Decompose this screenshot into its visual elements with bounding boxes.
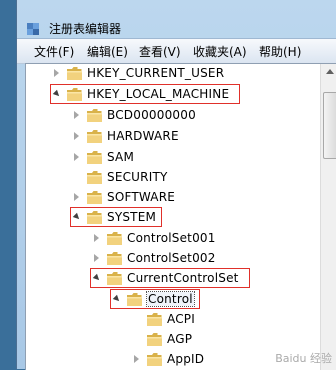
tree-node-label: Control [146, 291, 195, 307]
expanded-arrow-icon[interactable] [72, 212, 82, 222]
tree-node[interactable]: SYSTEM [26, 208, 320, 228]
menu-view[interactable]: 查看(V) [139, 43, 181, 60]
menu-file[interactable]: 文件(F) [34, 43, 74, 60]
tree-node-label: HKEY_LOCAL_MACHINE [87, 87, 230, 101]
folder-icon [86, 210, 103, 225]
tree-node-label: ControlSet001 [127, 231, 216, 245]
collapsed-arrow-icon[interactable] [74, 193, 79, 201]
tree-node-label: SOFTWARE [107, 190, 176, 204]
tree-node[interactable]: ACPI [26, 310, 320, 330]
tree-node[interactable]: SAM [26, 148, 320, 168]
folder-icon [146, 332, 163, 347]
menu-bar: 文件(F) 编辑(E) 查看(V) 收藏夹(A) 帮助(H) [17, 38, 336, 64]
tree-node-label: SECURITY [107, 170, 168, 184]
folder-icon [106, 271, 123, 286]
folder-icon [126, 292, 143, 307]
folder-icon [146, 352, 163, 367]
tree-node-label: HKEY_CURRENT_USER [87, 66, 225, 80]
tree-node[interactable]: SOFTWARE [26, 188, 320, 208]
tree-node[interactable]: AGP [26, 330, 320, 350]
registry-tree[interactable]: HKEY_CURRENT_USER HKEY_LOCAL_MACHINE BCD00… [25, 63, 336, 370]
tree-node-label: ControlSet002 [127, 251, 216, 265]
tree-node-label: AGP [167, 332, 193, 346]
tree-node-label: HARDWARE [107, 129, 179, 143]
tree-node[interactable]: BCD00000000 [26, 106, 320, 126]
registry-editor-icon [26, 21, 40, 35]
tree-node[interactable]: SECURITY [26, 168, 320, 188]
scrollbar-thumb[interactable] [323, 92, 336, 159]
menu-edit[interactable]: 编辑(E) [87, 43, 128, 60]
window-title: 注册表编辑器 [49, 22, 122, 36]
folder-icon [66, 87, 83, 102]
collapsed-arrow-icon[interactable] [94, 254, 99, 262]
folder-icon [106, 251, 123, 266]
watermark: Baidu 经验 [275, 352, 332, 365]
collapsed-arrow-icon[interactable] [74, 153, 79, 161]
tree-node-label: SYSTEM [107, 210, 157, 224]
menu-favorites[interactable]: 收藏夹(A) [193, 43, 247, 60]
expanded-arrow-icon[interactable] [112, 294, 122, 304]
tree-node-label: AppID [167, 352, 205, 366]
folder-icon [146, 312, 163, 327]
tree-node-label: ACPI [167, 312, 195, 326]
expanded-arrow-icon[interactable] [92, 273, 102, 283]
tree-node[interactable]: ControlSet001 [26, 229, 320, 249]
folder-icon [86, 108, 103, 123]
vertical-scrollbar[interactable] [320, 64, 336, 370]
collapsed-arrow-icon[interactable] [74, 111, 79, 119]
scroll-up-arrow-icon[interactable] [326, 69, 334, 74]
folder-icon [86, 190, 103, 205]
registry-editor-window: 注册表编辑器 文件(F) 编辑(E) 查看(V) 收藏夹(A) 帮助(H) HK… [16, 0, 336, 370]
collapsed-arrow-icon[interactable] [94, 234, 99, 242]
title-bar[interactable]: 注册表编辑器 [17, 0, 336, 38]
folder-icon [86, 170, 103, 185]
tree-node-label: SAM [107, 150, 135, 164]
folder-icon [86, 129, 103, 144]
tree-node-label: BCD00000000 [107, 108, 196, 122]
tree-node[interactable]: Control [26, 290, 320, 310]
folder-icon [86, 150, 103, 165]
tree-node-label: CurrentControlSet [127, 271, 239, 285]
folder-icon [66, 66, 83, 81]
folder-icon [106, 231, 123, 246]
menu-help[interactable]: 帮助(H) [259, 43, 301, 60]
tree-node[interactable]: HARDWARE [26, 127, 320, 147]
tree-node[interactable]: HKEY_LOCAL_MACHINE [26, 85, 320, 105]
expanded-arrow-icon[interactable] [52, 89, 62, 99]
collapsed-arrow-icon[interactable] [74, 132, 79, 140]
collapsed-arrow-icon[interactable] [54, 69, 59, 77]
tree-node[interactable]: HKEY_CURRENT_USER [26, 64, 320, 84]
tree-node[interactable]: CurrentControlSet [26, 269, 320, 289]
collapsed-arrow-icon[interactable] [134, 355, 139, 363]
tree-node[interactable]: ControlSet002 [26, 249, 320, 269]
